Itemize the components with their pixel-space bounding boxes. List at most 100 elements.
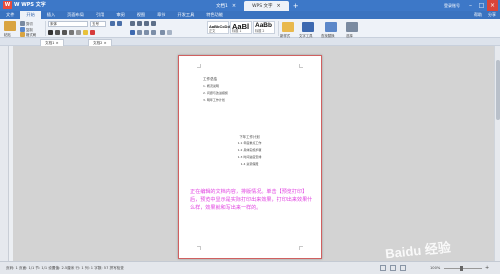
vertical-ruler: [9, 46, 13, 261]
find-replace-icon[interactable]: [325, 22, 337, 32]
bullets-icon[interactable]: [130, 21, 135, 26]
app-logo[interactable]: WW WPS 文字: [3, 1, 46, 10]
align-center-icon[interactable]: [137, 30, 142, 35]
share-link[interactable]: 分享: [488, 11, 496, 19]
section-item: 1.2 具体实施步骤: [237, 148, 262, 152]
paste-label: 粘贴: [4, 33, 11, 37]
format-painter-label: 格式刷: [26, 33, 37, 37]
zoom-slider[interactable]: [444, 268, 482, 269]
status-bar: 页码: 1 页面: 1/1 节: 1/1 设置值: 2.5厘米 行: 1 列: …: [0, 261, 500, 274]
numbering-icon[interactable]: [137, 21, 142, 26]
highlight-icon[interactable]: [83, 30, 88, 35]
margin-mark: [197, 246, 201, 250]
paste-icon[interactable]: [4, 21, 16, 31]
document-tabs: 文档1 × 文档2 ×: [0, 38, 500, 46]
vertical-scrollbar[interactable]: [494, 46, 500, 261]
tab-label: 文档1: [216, 4, 228, 9]
cut-icon[interactable]: [20, 21, 25, 26]
section-item: 1.4 资源保障: [240, 162, 259, 166]
section-item: 1.3 时间进度安排: [237, 155, 262, 159]
title-bar: WW WPS 文字 文档1 × WPS 文字 × + 登录账号 – □ ×: [0, 0, 500, 11]
bold-icon[interactable]: [48, 30, 53, 35]
line-spacing-icon[interactable]: [160, 30, 165, 35]
zoom-knob[interactable]: [460, 266, 463, 271]
tab-wps-writer[interactable]: WPS 文字 ×: [244, 1, 289, 11]
style-normal[interactable]: AaBbCcDd 正文: [207, 21, 230, 34]
divider: [278, 21, 279, 36]
margin-mark: [299, 64, 303, 68]
user-login[interactable]: 登录账号: [444, 0, 460, 11]
menu-insert[interactable]: 插入: [41, 11, 61, 19]
minimize-icon[interactable]: –: [465, 0, 476, 11]
cut-label: 剪切: [26, 22, 33, 26]
borders-icon[interactable]: [167, 30, 172, 35]
margin-mark: [197, 64, 201, 68]
help-link[interactable]: 帮助: [474, 11, 482, 19]
clipboard-group: 粘贴 剪切 复制 格式刷: [2, 20, 42, 37]
toc-item: 1. 概况说明: [203, 84, 219, 88]
new-tab-button[interactable]: +: [289, 1, 303, 11]
menu-references[interactable]: 引用: [90, 11, 110, 19]
justify-icon[interactable]: [151, 30, 156, 35]
strikethrough-icon[interactable]: [69, 30, 74, 35]
align-right-icon[interactable]: [144, 30, 149, 35]
underline-icon[interactable]: [62, 30, 67, 35]
menu-review[interactable]: 审阅: [110, 11, 130, 19]
outline-view-icon[interactable]: [400, 265, 406, 271]
grow-font-icon[interactable]: [110, 21, 115, 26]
close-icon[interactable]: ×: [487, 0, 498, 11]
toc-item: 2. 问题与改进措施: [203, 91, 228, 95]
menu-bar: 文件 开始 插入 页面布局 引用 审阅 视图 章节 开发工具 特色功能 帮助 分…: [0, 11, 500, 19]
document-page[interactable]: 工作总结 1. 概况说明 2. 问题与改进措施 3. 明年工作计划 下年工作计划…: [178, 55, 322, 259]
divider: [45, 21, 46, 36]
font-name-select[interactable]: 宋体: [48, 21, 88, 27]
align-left-icon[interactable]: [130, 30, 135, 35]
font-color-icon[interactable]: [90, 30, 95, 35]
style-name: 标题 2: [255, 29, 265, 33]
zoom-in-icon[interactable]: +: [485, 262, 489, 274]
select-icon[interactable]: [346, 22, 358, 32]
app-name: W WPS 文字: [14, 2, 46, 8]
close-tab-icon[interactable]: ×: [277, 3, 281, 9]
doc-tab-1[interactable]: 文档1 ×: [40, 39, 64, 46]
italic-icon[interactable]: [55, 30, 60, 35]
shrink-font-icon[interactable]: [117, 21, 122, 26]
style-heading2[interactable]: AaBb 标题 2: [253, 21, 275, 34]
zoom-level[interactable]: 100%: [430, 262, 440, 274]
scroll-thumb[interactable]: [496, 60, 500, 120]
status-info: 页码: 1 页面: 1/1 节: 1/1 设置值: 2.5厘米 行: 1 列: …: [6, 266, 124, 270]
font-size-select[interactable]: 五号: [90, 21, 106, 27]
doc-tab-2[interactable]: 文档2 ×: [88, 39, 112, 46]
page-view-icon[interactable]: [380, 265, 386, 271]
navigation-pane[interactable]: [0, 46, 9, 261]
decrease-indent-icon[interactable]: [144, 21, 149, 26]
menu-developer[interactable]: 开发工具: [172, 11, 201, 19]
menu-home[interactable]: 开始: [20, 11, 41, 19]
section-title: 下年工作计划: [239, 135, 260, 139]
window-controls: 登录账号 – □ ×: [444, 0, 498, 11]
text-tools-icon[interactable]: [302, 22, 314, 32]
increase-indent-icon[interactable]: [151, 21, 156, 26]
style-heading1[interactable]: AaBl 标题 1: [230, 21, 252, 34]
toc-title: 工作总结: [203, 77, 217, 81]
menu-section[interactable]: 章节: [151, 11, 171, 19]
wps-logo-icon: W: [3, 1, 12, 9]
web-view-icon[interactable]: [390, 265, 396, 271]
menu-view[interactable]: 视图: [131, 11, 151, 19]
new-style-icon[interactable]: [282, 22, 294, 32]
close-tab-icon[interactable]: ×: [232, 3, 236, 9]
margin-mark: [299, 246, 303, 250]
menu-special[interactable]: 特色功能: [200, 11, 229, 19]
style-name: 标题 1: [232, 29, 242, 33]
toc-item: 3. 明年工作计划: [203, 98, 225, 102]
ribbon-toolbar: 粘贴 剪切 复制 格式刷 宋体 五号 AaBbCcDd 正文 AaBl 标题 1…: [0, 19, 500, 38]
tab-document1[interactable]: 文档1 ×: [208, 1, 244, 11]
window-tabs: 文档1 × WPS 文字 × +: [208, 1, 303, 11]
format-painter-icon[interactable]: [20, 32, 25, 37]
maximize-icon[interactable]: □: [476, 0, 487, 11]
section-item: 1.1 年度重点工作: [237, 141, 262, 145]
annotation-text: 正在编辑的文档内容，排版情况。单击【预览打印】后，预览中显示是实际打印出来效果，…: [190, 189, 313, 211]
menu-page-layout[interactable]: 页面布局: [61, 11, 90, 19]
menu-file[interactable]: 文件: [0, 11, 20, 19]
superscript-icon[interactable]: [76, 30, 81, 35]
